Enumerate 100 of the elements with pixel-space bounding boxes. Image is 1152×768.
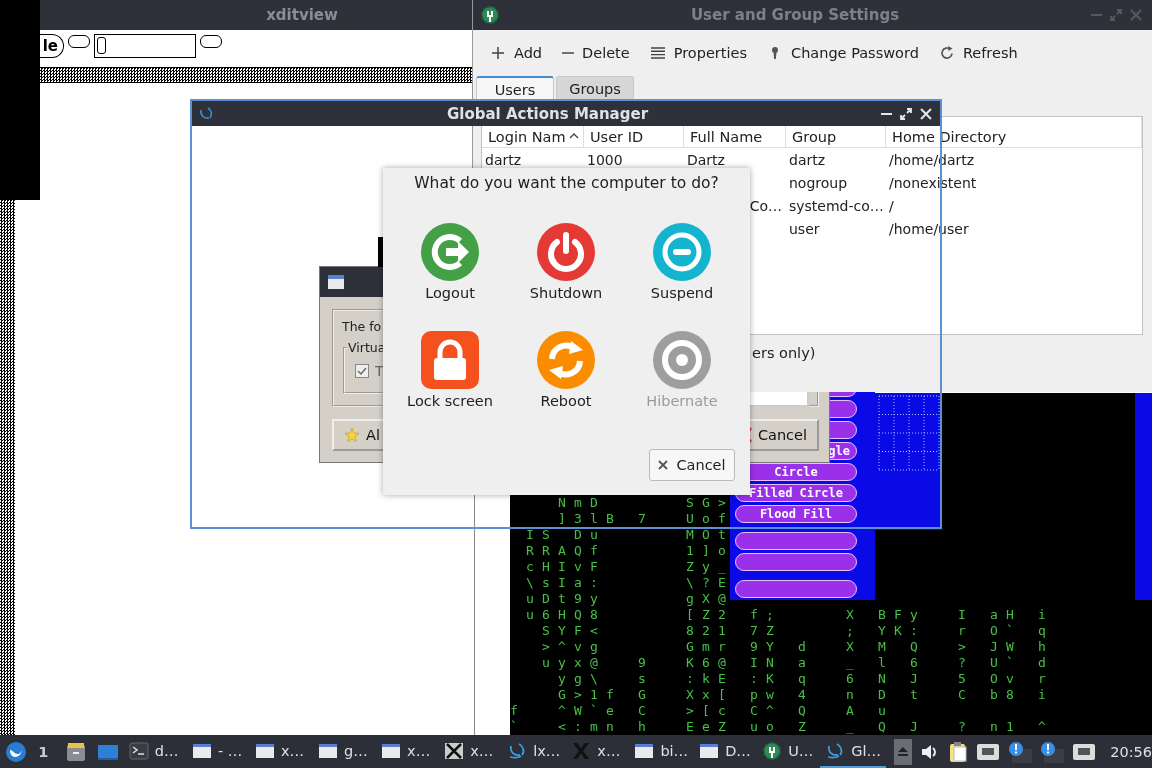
oval-button[interactable] xyxy=(68,35,90,48)
toolbar-button[interactable]: Refresh xyxy=(931,41,1025,65)
close-icon xyxy=(1130,9,1142,21)
close-icon xyxy=(658,460,669,470)
close-icon xyxy=(920,107,932,120)
oval-button[interactable] xyxy=(200,35,222,48)
terminal-line: NmD SG> xyxy=(557,495,734,511)
plus-icon xyxy=(490,45,506,61)
refresh-icon xyxy=(938,45,955,61)
table-cell-text: user xyxy=(788,219,821,239)
terminal-line: SYF< 821 7Z ; YK: r O` q xyxy=(541,623,1054,639)
terminal-line: ` <:mn h EeZ uo Z _ Q J ? n1 ^ xyxy=(510,719,1054,735)
lock-icon xyxy=(421,331,479,389)
list-icon xyxy=(649,45,666,61)
terminal-line: u6HQ8 [Z2 f; X BFy I aH i xyxy=(525,607,1054,623)
table-cell-text: 1000 xyxy=(586,150,624,170)
table-cell-text: / xyxy=(888,196,895,216)
taskbar-button[interactable]: x… xyxy=(376,735,440,768)
terminal-line: cHIvF Zy_ xyxy=(525,559,734,575)
file-cabinet-icon xyxy=(64,740,87,763)
taskbar-button[interactable]: g… xyxy=(313,735,377,768)
taskbar-button[interactable]: bi… xyxy=(629,735,695,768)
action-button[interactable]: Suspend xyxy=(624,223,740,331)
eject-icon xyxy=(894,738,913,765)
table-cell-text: dartz xyxy=(484,150,523,170)
terminal-line: RRAQf 1]o xyxy=(525,543,734,559)
table-cell-text: Dartz xyxy=(686,150,726,170)
terminal-line: yg\ s :kE :K q 6 N J 5 Ov r xyxy=(557,671,1054,687)
terminal-line: uDt9y gX@ xyxy=(525,591,734,607)
star-icon xyxy=(344,427,360,443)
minimize-icon xyxy=(881,112,892,115)
taskbar-button[interactable]: x… xyxy=(249,735,313,768)
taskbar-button[interactable]: x… xyxy=(439,735,503,768)
window-icon xyxy=(327,274,345,290)
minimize-icon xyxy=(1091,14,1102,16)
input-field[interactable] xyxy=(94,34,196,58)
toolbar-button[interactable]: Add xyxy=(483,41,550,65)
clock[interactable]: 20:56 xyxy=(1110,743,1152,760)
taskbar-button[interactable]: lx… xyxy=(502,735,567,768)
tool-button[interactable] xyxy=(735,580,857,598)
table-cell-text: nogroup xyxy=(788,173,849,193)
terminal-line: f ^W`e C >[c C^ Q A u xyxy=(510,703,894,719)
toolbar-button[interactable]: Delete xyxy=(555,41,637,65)
tab[interactable]: Groups xyxy=(556,76,634,99)
target-icon xyxy=(653,331,711,389)
x-logo-icon xyxy=(444,740,465,761)
x-logo-icon xyxy=(571,740,592,761)
maximize-icon xyxy=(1110,9,1122,21)
taskbar-button[interactable]: Gl… xyxy=(820,735,887,768)
start-menu-icon xyxy=(5,740,27,763)
message-text: The fo xyxy=(342,319,383,334)
table-cell-text: Co… xyxy=(748,196,783,216)
toolbar-button[interactable]: Change Password xyxy=(760,41,926,65)
taskbar-button[interactable]: U… xyxy=(757,735,821,768)
terminal-line: ]3lB 7 Uof xyxy=(557,511,734,527)
clipboard-icon xyxy=(948,740,969,763)
text-cursor xyxy=(97,37,106,54)
oval-button[interactable]: le xyxy=(40,34,64,58)
taskbar-button[interactable]: D… xyxy=(694,735,758,768)
terminal-line: \sIa: \?E xyxy=(525,575,734,591)
maximize-icon xyxy=(900,107,912,120)
gear-icon xyxy=(762,740,783,761)
taskbar-button[interactable]: - … xyxy=(186,735,250,768)
tool-button[interactable]: Flood Fill xyxy=(735,505,857,523)
checkbox-label[interactable]: ers only) xyxy=(752,345,816,361)
action-button[interactable]: Lock screen xyxy=(392,331,508,439)
table-cell-text: dartz xyxy=(788,150,827,170)
terminal-icon xyxy=(128,740,149,761)
action-button[interactable]: Shutdown xyxy=(508,223,624,331)
action-button[interactable]: Logout xyxy=(392,223,508,331)
window-title: xditview xyxy=(266,6,338,24)
terminal-line: uyx@ 9 K6@ IN a _ l 6 ? U` d xyxy=(541,655,1054,671)
toolbar-button[interactable]: Properties xyxy=(642,41,754,65)
tool-button[interactable]: Filled Circle xyxy=(735,484,857,502)
terminal-line: G>1f G Xx[ pw 4 n D t C b8 i xyxy=(557,687,1054,703)
suspend-icon xyxy=(653,223,711,281)
taskbar-button[interactable]: x… xyxy=(566,735,630,768)
action-button[interactable]: Reboot xyxy=(508,331,624,439)
reboot-icon xyxy=(537,331,595,389)
tool-button[interactable] xyxy=(735,553,857,571)
power-icon xyxy=(537,223,595,281)
tab[interactable]: Users xyxy=(476,76,554,99)
notification-icon xyxy=(1008,740,1033,763)
logout-icon xyxy=(421,223,479,281)
window-title: User and Group Settings xyxy=(690,6,900,24)
table-cell-text: systemd-co… xyxy=(788,196,885,216)
swirl-icon xyxy=(198,105,214,122)
dialog-prompt: What do you want the computer to do? xyxy=(413,173,720,194)
minus-icon xyxy=(562,52,575,54)
taskbar-button[interactable]: d… xyxy=(123,735,187,768)
scrollbar[interactable] xyxy=(1135,393,1152,600)
tool-button[interactable] xyxy=(735,532,857,550)
cancel-button[interactable]: Cancel xyxy=(649,449,735,481)
notification-icon xyxy=(1040,740,1065,763)
network-icon xyxy=(976,741,1001,762)
scrollbar[interactable] xyxy=(40,67,474,83)
terminal-line: IS Du MOt xyxy=(525,527,734,543)
terminal-line: >^vg Gmr 9Y d X M Q > JW h xyxy=(541,639,1054,655)
workspace-number[interactable]: 1 xyxy=(33,743,54,760)
gear-icon xyxy=(481,6,499,24)
